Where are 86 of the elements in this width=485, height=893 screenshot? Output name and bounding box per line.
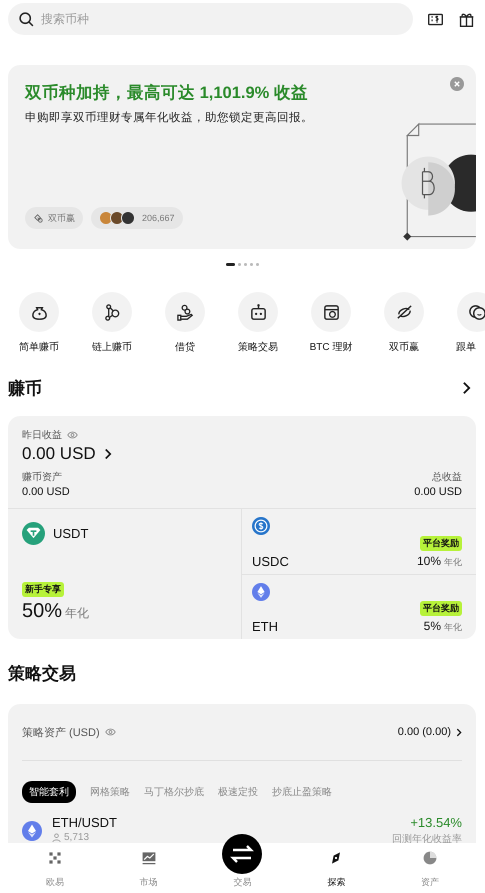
assets-value: 0.00 USD (22, 486, 70, 498)
promo-banner[interactable]: 双币种加持，最高可达 1,101.9% 收益 申购即享双币理财专属年化收益，助您锁定更高回报。 双币赢 206,667 (8, 65, 476, 249)
shortcut-label[interactable]: 双币赢 (389, 340, 419, 354)
yesterday-value: 0.00 USD (22, 444, 96, 464)
nodes-icon (102, 302, 122, 322)
close-icon[interactable] (450, 77, 464, 91)
chevron-right-icon[interactable] (104, 448, 112, 460)
person-icon (52, 833, 61, 842)
strategy-assets-value: 0.00 (0.00) (398, 726, 451, 738)
shortcut-button[interactable] (19, 292, 59, 332)
apr-value: 5% (424, 619, 441, 633)
participants-chip: 206,667 (91, 207, 183, 229)
shortcut-label[interactable]: 策略交易 (238, 340, 278, 354)
coin-name: USDC (252, 554, 289, 568)
product-tile[interactable]: USDT 新手专享 50%年化 (8, 509, 242, 639)
section-title: 赚币 (8, 378, 42, 400)
chevron-right-icon[interactable] (462, 381, 471, 395)
pager-dot[interactable] (238, 263, 241, 266)
shortcut-button[interactable] (311, 292, 351, 332)
reward-badge: 平台奖励 (420, 601, 462, 616)
nav-tab[interactable]: 探索 (306, 850, 366, 889)
coin-name: USDT (53, 526, 88, 541)
ether-coin-icon (22, 821, 42, 841)
shortcut-button[interactable] (384, 292, 424, 332)
chart-icon (140, 850, 157, 866)
search-icon (18, 11, 35, 28)
eye-icon[interactable] (104, 728, 116, 736)
product-tile[interactable]: USDC 平台奖励 10% 年化 (242, 509, 476, 574)
tag-chip[interactable]: 双币赢 (25, 207, 83, 229)
pie-chart-icon (422, 850, 438, 866)
coin-name: ETH (252, 619, 278, 634)
apr-unit: 年化 (444, 556, 462, 568)
chevron-right-icon[interactable] (456, 728, 462, 736)
reward-badge: 平台奖励 (420, 536, 462, 550)
search-field[interactable]: 搜索币种 (8, 3, 413, 35)
return-label: 回测年化收益率 (392, 832, 462, 846)
avatar (121, 211, 135, 225)
total-label: 总收益 (431, 470, 462, 484)
pager-dot[interactable] (244, 263, 247, 266)
shortcut-button[interactable] (238, 292, 278, 332)
eye-icon[interactable] (67, 431, 78, 439)
swirl-icon (394, 302, 414, 322)
shortcut-label[interactable]: 跟单 (456, 340, 476, 354)
gift-icon[interactable] (458, 10, 475, 28)
strategy-tab[interactable]: 智能套利 (22, 781, 76, 803)
assets-label: 赚币资产 (22, 470, 63, 484)
nav-tab[interactable]: 欧易 (24, 850, 85, 889)
user-count: 5,713 (64, 832, 90, 843)
shortcut-label[interactable]: 借贷 (175, 340, 195, 354)
reward-badge: 新手专享 (22, 582, 64, 597)
pager-dot[interactable] (256, 263, 259, 266)
swap-button-icon[interactable] (222, 834, 262, 874)
nav-tab[interactable]: 市场 (118, 850, 179, 889)
product-tile[interactable]: ETH 平台奖励 5% 年化 (242, 574, 476, 639)
ticket-icon[interactable] (427, 10, 444, 28)
yesterday-label: 昨日收益 (22, 429, 62, 442)
hand-coins-icon (176, 302, 194, 322)
vault-icon (322, 302, 340, 322)
ether-coin-icon (252, 582, 270, 600)
tether-coin-icon (22, 522, 45, 545)
total-value: 0.00 USD (414, 486, 462, 498)
shortcut-label[interactable]: BTC 理财 (310, 340, 352, 354)
avatar (99, 211, 113, 225)
apr-unit: 年化 (65, 605, 90, 622)
avatar (110, 211, 124, 225)
banner-title: 双币种加持，最高可达 1,101.9% 收益 (25, 82, 308, 104)
shortcut-button[interactable] (457, 292, 485, 332)
dollar-coin-icon (252, 517, 270, 535)
shortcut-label[interactable]: 简单赚币 (19, 340, 59, 354)
nav-tab[interactable]: 资产 (400, 850, 460, 889)
apr-value: 50% (22, 600, 62, 623)
pair-name[interactable]: ETH/USDT (52, 815, 382, 830)
grid-logo-icon (46, 850, 63, 866)
apr-value: 10% (416, 554, 441, 568)
shortcut-label[interactable]: 链上赚币 (92, 340, 132, 354)
return-value: +13.54% (409, 815, 462, 830)
shortcut-button[interactable] (165, 292, 205, 332)
apr-unit: 年化 (444, 621, 462, 634)
section-title: 策略交易 (8, 662, 76, 684)
pager-dot[interactable] (250, 263, 253, 266)
circles-icon (468, 302, 485, 322)
robot-icon (248, 302, 268, 322)
nav-tab[interactable]: 交易 (212, 834, 272, 889)
banner-subtitle: 申购即享双币理财专属年化收益，助您锁定更高回报。 (25, 110, 314, 125)
shortcut-button[interactable] (92, 292, 132, 332)
strategy-assets-label: 策略资产 (USD) (22, 726, 100, 740)
